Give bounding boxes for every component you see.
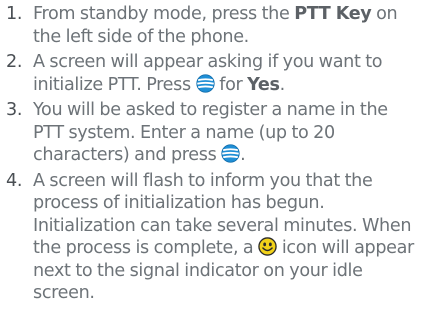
step-number: 2. [6, 52, 23, 72]
ptt-key-label: PTT Key [294, 4, 372, 24]
instruction-steps: 1. From standby mode, press the PTT Key … [0, 0, 429, 305]
step-2: 2. A screen will appear asking if you wa… [0, 51, 429, 96]
step-text: You will be asked to register a name in … [33, 100, 388, 165]
step-number: 1. [6, 4, 23, 24]
att-globe-key-icon [195, 73, 215, 93]
yes-label: Yes [247, 74, 280, 95]
step-number: 3. [6, 100, 23, 120]
smiley-ptt-icon [258, 237, 277, 256]
step-number: 4. [6, 170, 23, 191]
att-globe-key-icon [221, 144, 240, 163]
step-text: . [240, 145, 246, 165]
step-1: 1. From standby mode, press the PTT Key … [0, 0, 429, 48]
step-text: for [214, 74, 248, 95]
step-4: 4. A screen will flash to inform you tha… [0, 170, 429, 305]
step-text: From standby mode, press the [33, 4, 295, 24]
step-text: . [279, 74, 286, 95]
step-3: 3. You will be asked to register a name … [0, 99, 429, 167]
